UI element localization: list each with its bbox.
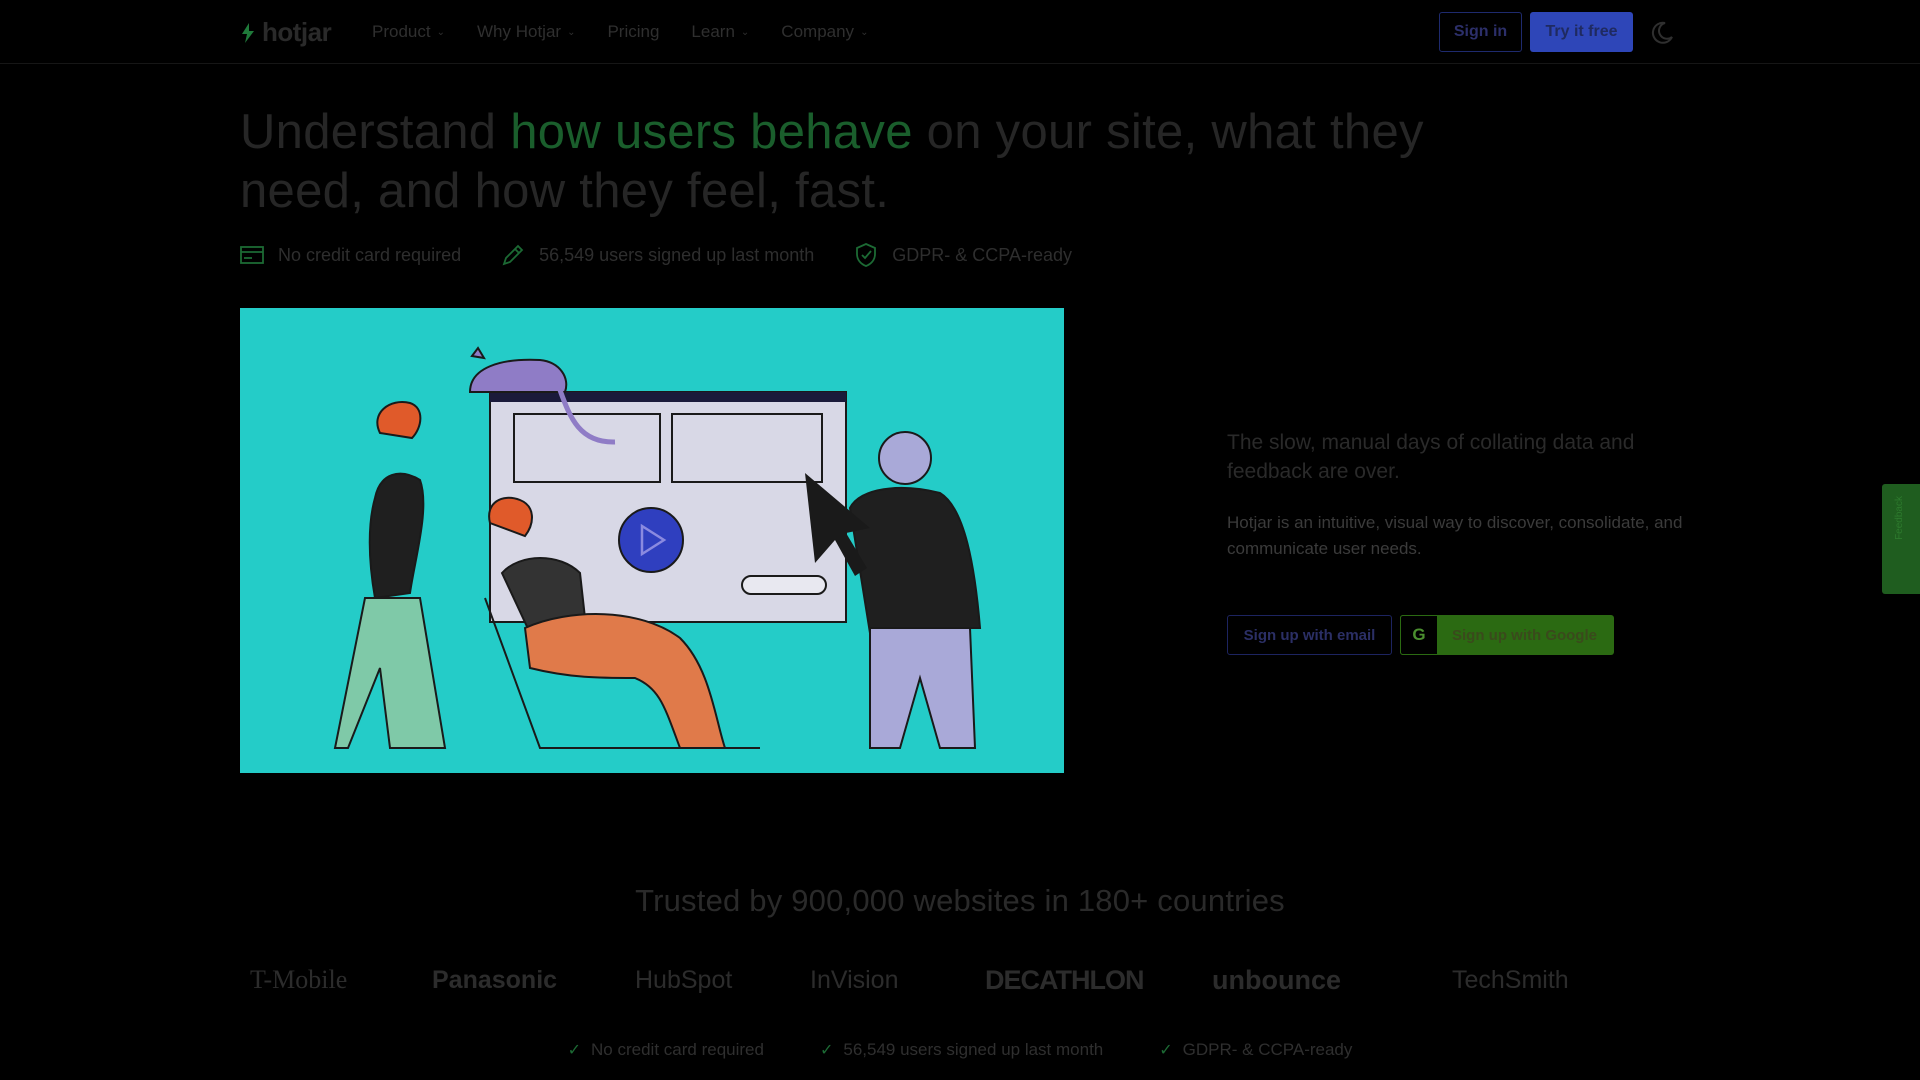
badge-text: GDPR- & CCPA-ready [892,244,1072,265]
sign-in-button[interactable]: Sign in [1439,12,1522,52]
logo-techsmith: TechSmith [1452,965,1569,994]
hero-copy: The slow, manual days of collating data … [1227,428,1687,562]
hero-video-illustration[interactable] [240,308,1064,773]
logo-unbounce: unbounce [1212,964,1341,995]
badge-text: 56,549 users signed up last month [539,244,815,265]
badge-signups: 56,549 users signed up last month [501,242,814,268]
main-menu: Product ⌄ Why Hotjar ⌄ Pricing Learn ⌄ Comp… [372,22,868,42]
menu-label: Why Hotjar [476,22,562,41]
menu-label: Pricing [607,22,660,41]
moon-icon[interactable] [1648,18,1676,46]
customer-logos: T-Mobile Panasonic HubSpot InVision DECA… [240,960,1680,1000]
logo-hubspot: HubSpot [635,965,733,994]
google-icon: G [1400,615,1438,655]
credit-card-icon [240,246,264,264]
logo-invision: InVision [810,965,899,994]
hero-subtext: Hotjar is an intuitive, visual way to di… [1227,513,1683,558]
feedback-tab-label: Feedback [1894,496,1905,540]
hotjar-logo-icon [242,22,254,43]
hero-headline: Understand how users behave on your site… [240,103,1480,221]
top-navigation: hotjar Product ⌄ Why Hotjar ⌄ Pricing Lear… [0,0,1920,64]
sign-up-google-button[interactable]: G Sign up with Google [1400,615,1614,655]
menu-label: Company [781,22,855,41]
logo-t-mobile: T-Mobile [250,965,348,994]
play-button-icon[interactable] [618,507,684,573]
check-text: GDPR- & CCPA-ready [1182,1040,1353,1059]
hero-lead: The slow, manual days of collating data … [1227,431,1635,483]
sign-up-email-button[interactable]: Sign up with email [1227,615,1392,655]
checkmark-icon: ✓ [567,1042,582,1059]
logo-decathlon: DECATHLON [985,964,1144,995]
trusted-by-heading: Trusted by 900,000 websites in 180+ coun… [635,883,1285,918]
bottom-check-item: ✓ GDPR- & CCPA-ready [1159,1040,1352,1060]
badge-gdpr: GDPR- & CCPA-ready [854,242,1072,268]
chevron-down-icon: ⌄ [436,26,445,38]
signup-buttons: Sign up with email G Sign up with Google [1227,615,1614,655]
headline-part: Understand [240,105,511,159]
bottom-feature-checks: ✓ No credit card required ✓ 56,549 users… [0,1040,1920,1060]
hotjar-logo[interactable]: hotjar [240,17,332,48]
menu-label: Learn [691,22,735,41]
check-text: 56,549 users signed up last month [843,1040,1104,1059]
check-text: No credit card required [591,1040,764,1059]
brand-name: hotjar [262,17,332,47]
feedback-tab[interactable]: Feedback [1882,484,1920,594]
checkmark-icon: ✓ [819,1042,834,1059]
menu-item-pricing[interactable]: Pricing [607,22,659,42]
menu-item-company[interactable]: Company ⌄ [781,22,868,42]
hero-badges: No credit card required 56,549 users sig… [240,242,1072,268]
badge-no-credit-card: No credit card required [240,242,461,268]
badge-text: No credit card required [278,244,462,265]
bottom-check-item: ✓ 56,549 users signed up last month [820,1040,1103,1060]
pencil-icon [502,244,524,266]
chevron-down-icon: ⌄ [567,26,576,38]
chevron-down-icon: ⌄ [860,26,869,38]
try-it-free-button[interactable]: Try it free [1530,12,1633,52]
chevron-down-icon: ⌄ [740,26,750,38]
checkmark-icon: ✓ [1159,1042,1173,1059]
headline-highlight: how users behave [510,105,913,159]
bottom-check-item: ✓ No credit card required [568,1040,764,1060]
menu-label: Product [372,22,431,41]
google-button-label: Sign up with Google [1452,626,1597,644]
menu-item-product[interactable]: Product ⌄ [372,22,445,42]
logo-panasonic: Panasonic [432,965,558,994]
shield-check-icon [856,243,877,267]
menu-item-learn[interactable]: Learn ⌄ [691,22,749,42]
menu-item-why-hotjar[interactable]: Why Hotjar ⌄ [477,22,575,42]
hero-illustration [333,346,982,749]
